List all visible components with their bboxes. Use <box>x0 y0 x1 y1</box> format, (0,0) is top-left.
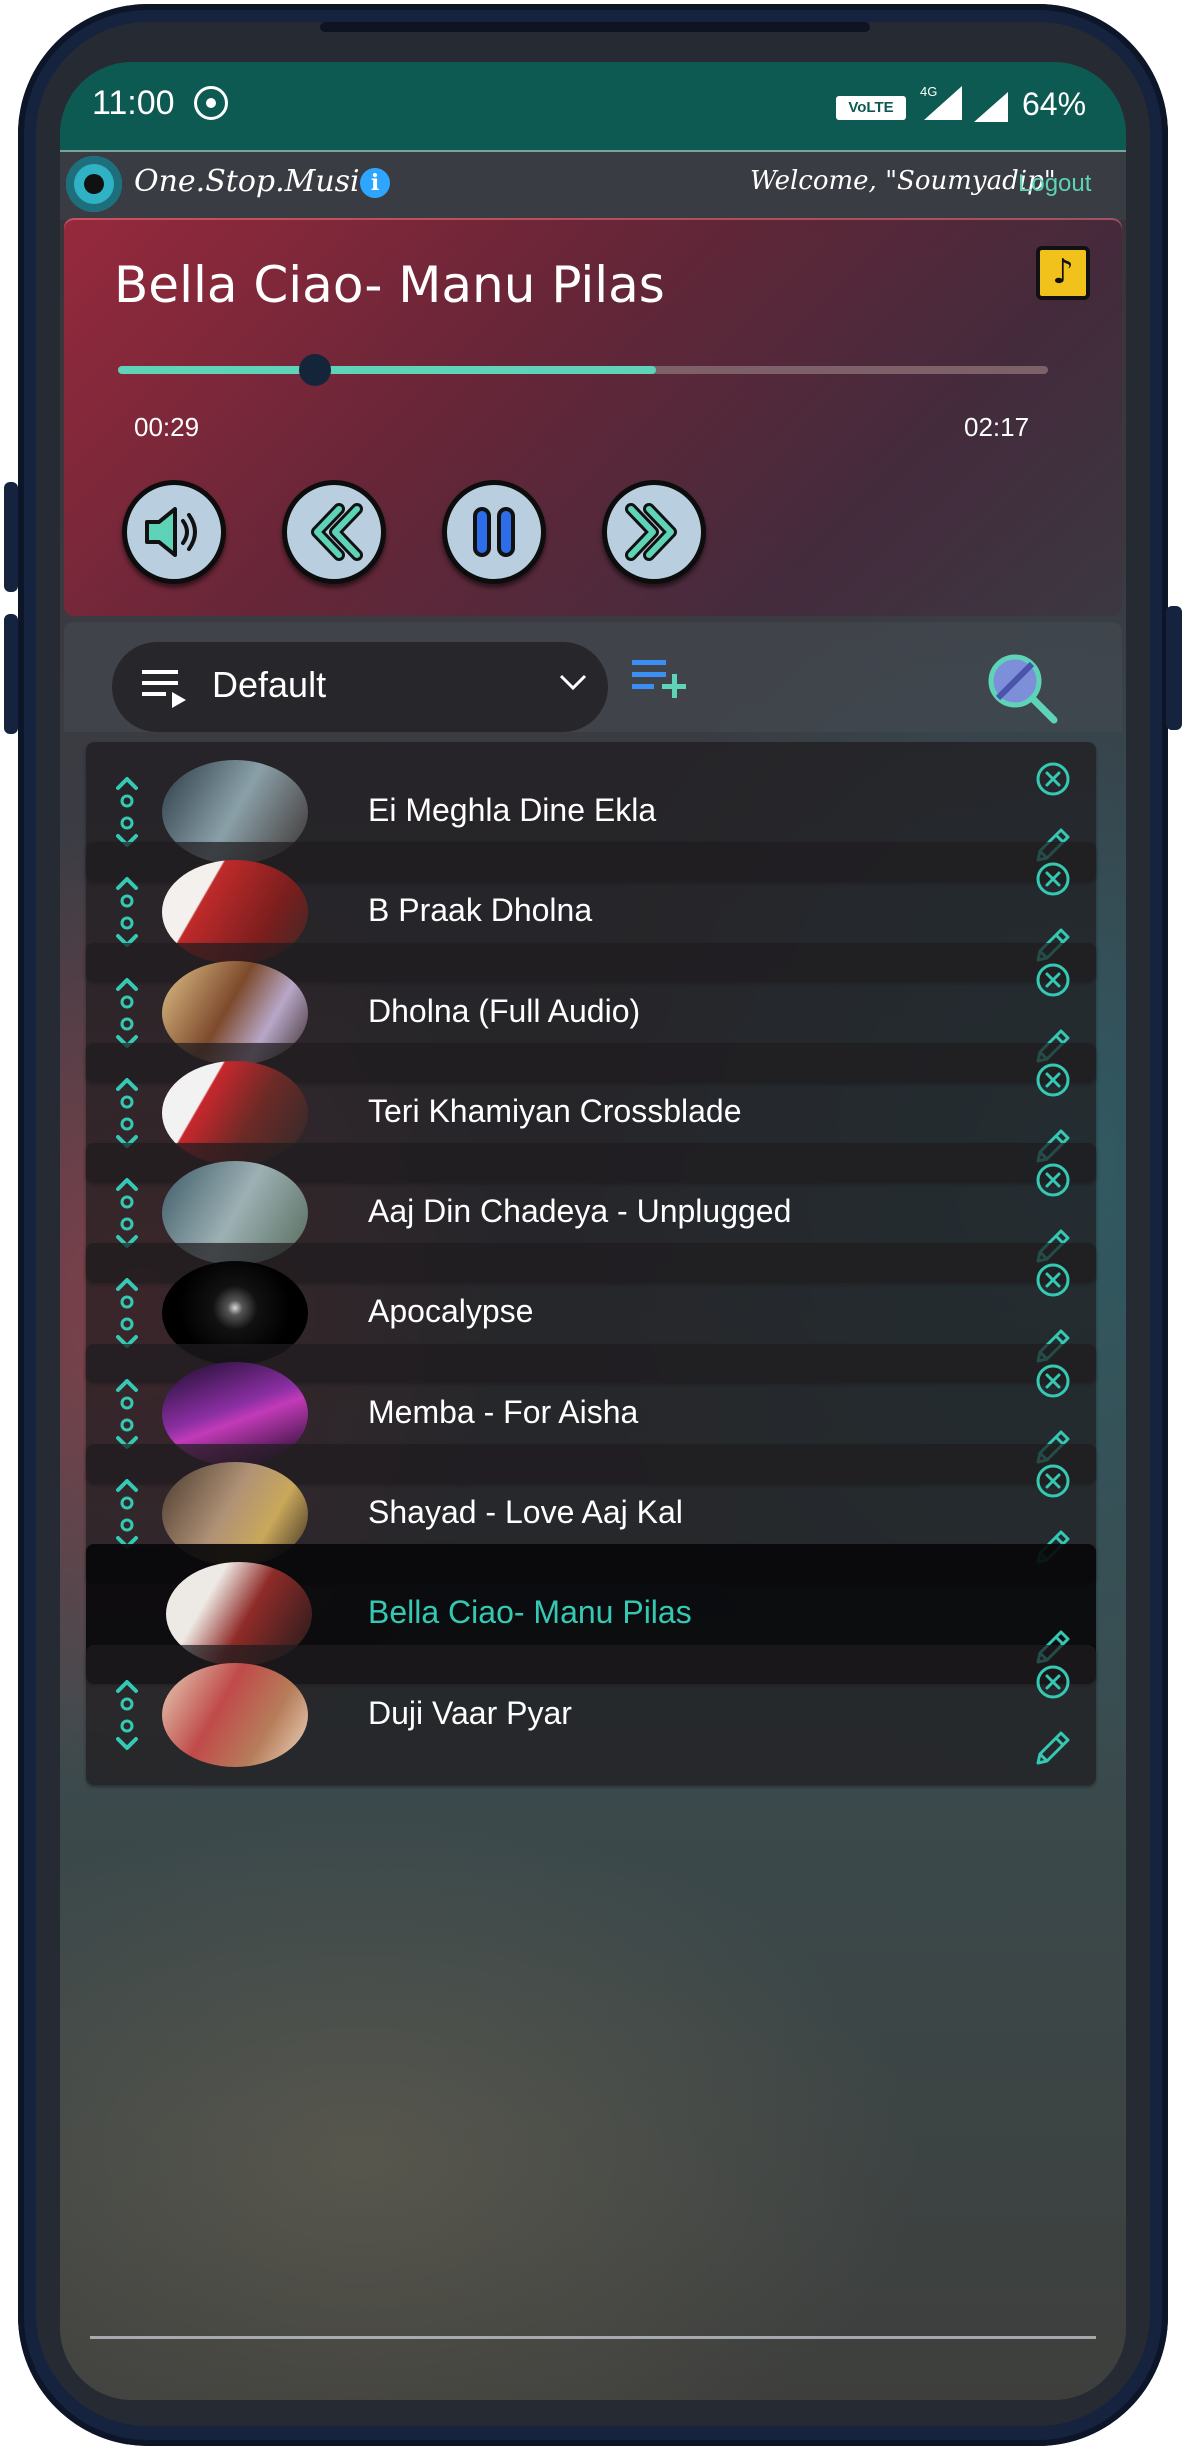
track-title: Shayad - Love Aaj Kal <box>368 1494 683 1530</box>
track-title: Memba - For Aisha <box>368 1394 639 1430</box>
volte-badge: VoLTE <box>836 96 906 120</box>
now-playing-title: Bella Ciao- Manu Pilas <box>114 256 665 314</box>
info-icon[interactable]: i <box>360 168 390 198</box>
list-bottom-divider <box>90 2336 1096 2339</box>
reorder-icon[interactable] <box>112 977 142 1049</box>
playlist-toolbar: Default <box>64 622 1122 732</box>
track-title: Ei Meghla Dine Ekla <box>368 792 657 828</box>
phone-power-button <box>1166 606 1182 730</box>
remove-track-icon[interactable] <box>1034 1261 1072 1299</box>
track-row[interactable]: Duji Vaar Pyar <box>86 1645 1096 1785</box>
chevron-down-icon <box>559 674 587 691</box>
battery-level: 64% <box>1022 86 1087 122</box>
selected-playlist: Default <box>212 664 327 705</box>
next-button[interactable] <box>602 480 706 584</box>
reorder-icon[interactable] <box>112 776 142 848</box>
welcome-text: Welcome, "Soumyadip" <box>750 166 1056 196</box>
buffered-progress <box>118 366 656 374</box>
playlist-dropdown[interactable]: Default <box>112 642 608 732</box>
track-title: Teri Khamiyan Crossblade <box>368 1093 742 1129</box>
remove-track-icon[interactable] <box>1034 1161 1072 1199</box>
playlist-icon <box>142 670 186 708</box>
app-title: One.Stop.Music <box>134 164 377 199</box>
reorder-icon[interactable] <box>112 1277 142 1349</box>
pause-button[interactable] <box>442 480 546 584</box>
reorder-icon[interactable] <box>112 1177 142 1249</box>
playlist-add-icon[interactable] <box>632 658 688 700</box>
remove-track-icon[interactable] <box>1034 1462 1072 1500</box>
app-screen: 11:00 VoLTE 4G 64% One.Stop.Music i Welc… <box>60 62 1126 2400</box>
track-thumbnail <box>162 1663 308 1767</box>
reorder-icon[interactable] <box>112 1077 142 1149</box>
reorder-icon[interactable] <box>112 1679 142 1751</box>
total-duration: 02:17 <box>964 412 1030 442</box>
reorder-icon[interactable] <box>112 1378 142 1450</box>
track-title: Duji Vaar Pyar <box>368 1695 572 1731</box>
phone-side-button <box>4 482 18 592</box>
app-header: One.Stop.Music i Welcome, "Soumyadip" Lo… <box>60 150 1126 220</box>
edit-track-icon[interactable] <box>1030 1727 1074 1771</box>
previous-icon <box>311 503 363 561</box>
seek-thumb[interactable] <box>299 354 332 386</box>
hotspot-icon <box>194 86 228 120</box>
track-title: B Praak Dholna <box>368 892 593 928</box>
logout-link[interactable]: Logout <box>1018 170 1091 198</box>
search-icon[interactable] <box>982 648 1062 728</box>
phone-side-button <box>4 614 18 734</box>
seek-bar[interactable] <box>118 354 1048 386</box>
network-type-label: 4G <box>920 84 937 99</box>
reorder-icon[interactable] <box>112 876 142 948</box>
track-title: Bella Ciao- Manu Pilas <box>368 1594 692 1630</box>
track-title: Apocalypse <box>368 1293 534 1329</box>
track-title: Dholna (Full Audio) <box>368 993 641 1029</box>
volume-button[interactable] <box>122 480 226 584</box>
track-title: Aaj Din Chadeya - Unplugged <box>368 1193 792 1229</box>
music-note-icon[interactable]: ♪ <box>1036 246 1090 300</box>
remove-track-icon[interactable] <box>1034 760 1072 798</box>
remove-track-icon[interactable] <box>1034 860 1072 898</box>
app-logo-icon <box>66 156 122 212</box>
remove-track-icon[interactable] <box>1034 1663 1072 1701</box>
signal-icon <box>974 92 1008 122</box>
phone-speaker <box>320 22 870 32</box>
remove-track-icon[interactable] <box>1034 961 1072 999</box>
now-playing-panel: Bella Ciao- Manu Pilas ♪ 00:29 02:17 <box>64 218 1122 616</box>
status-time: 11:00 <box>92 84 175 122</box>
signal-4g-icon: 4G <box>920 84 962 120</box>
volume-icon <box>145 507 197 557</box>
remove-track-icon[interactable] <box>1034 1362 1072 1400</box>
previous-button[interactable] <box>282 480 386 584</box>
next-icon <box>625 503 677 561</box>
elapsed-time: 00:29 <box>134 412 200 442</box>
reorder-icon[interactable] <box>112 1478 142 1550</box>
pause-icon <box>473 507 515 557</box>
status-bar: 11:00 VoLTE 4G 64% <box>60 62 1126 150</box>
remove-track-icon[interactable] <box>1034 1061 1072 1099</box>
